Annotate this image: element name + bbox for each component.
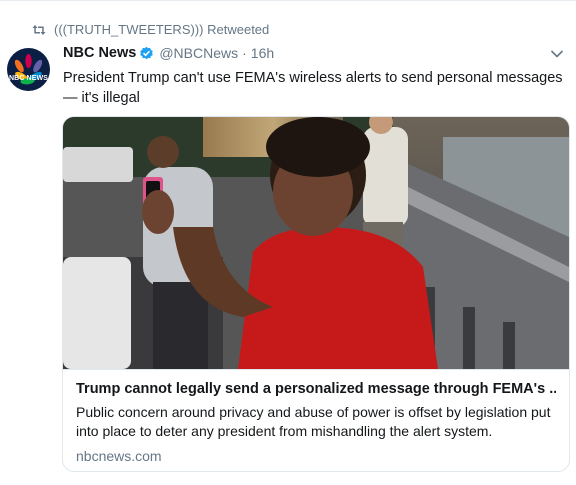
top-divider [0, 0, 576, 1]
author-name[interactable]: NBC News [63, 45, 136, 61]
author-handle[interactable]: @NBCNews [159, 45, 238, 61]
retweeter-name[interactable]: (((TRUTH_TWEETERS))) [54, 22, 203, 37]
retweet-label: Retweeted [207, 22, 270, 37]
card-image[interactable] [63, 117, 569, 369]
chevron-down-icon[interactable] [550, 49, 564, 59]
link-card[interactable]: Trump cannot legally send a personalized… [62, 116, 570, 472]
verified-badge-icon [139, 46, 154, 61]
nbc-peacock-logo [14, 54, 43, 85]
card-title[interactable]: Trump cannot legally send a personalized… [76, 381, 556, 397]
retweet-icon [32, 24, 46, 36]
card-body[interactable]: Trump cannot legally send a personalized… [63, 369, 569, 464]
tweet-timestamp[interactable]: 16h [251, 45, 274, 61]
tweet-header: NBC News @NBCNews · 16h [63, 45, 556, 61]
avatar[interactable]: NBC NEWS [7, 48, 50, 91]
avatar-label: NBC NEWS [9, 75, 48, 82]
retweet-context[interactable]: (((TRUTH_TWEETERS))) Retweeted [32, 22, 269, 37]
card-domain[interactable]: nbcnews.com [76, 448, 162, 464]
separator-dot: · [242, 45, 247, 61]
tweet-text: President Trump can't use FEMA's wireles… [63, 70, 563, 106]
card-description: Public concern around privacy and abuse … [76, 404, 551, 439]
